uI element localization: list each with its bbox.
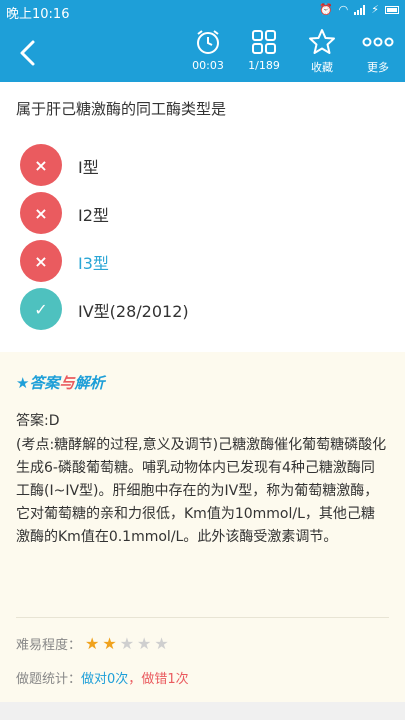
star-icon: ★ (102, 634, 117, 653)
more-button[interactable]: 更多 (350, 26, 405, 78)
heading-answer: 答案 (29, 374, 60, 392)
analysis-panel: ★答案与解析 答案:D (考点:糖酵解的过程,意义及调节)己糖激酶催化葡萄糖磷酸… (0, 352, 405, 702)
star-icon: ★ (85, 634, 100, 653)
back-button[interactable] (14, 38, 44, 68)
star-icon: ★ (119, 634, 135, 653)
option-b[interactable]: × I2型 (20, 192, 390, 234)
alarm-clock-icon (197, 30, 219, 54)
analysis-heading: ★答案与解析 (16, 372, 105, 393)
star-icon: ★ (16, 374, 30, 392)
option-c[interactable]: × I3型 (20, 240, 390, 282)
option-label: I2型 (78, 206, 109, 225)
stats-row: 做题统计：做对0次，做错1次 (16, 668, 189, 687)
status-bar: 晚上10:16 ⏰ ◠ ⚡ (0, 0, 405, 22)
more-dots-icon (362, 37, 394, 47)
wrong-mark-icon: × (20, 240, 62, 282)
timer-button[interactable]: 00:03 (180, 26, 236, 78)
charging-icon: ⚡ (371, 3, 379, 16)
wifi-icon: ◠ (338, 3, 349, 16)
back-arrow-icon (20, 40, 35, 66)
signal-icon (354, 4, 366, 15)
top-toolbar: 00:03 1/189 收藏 更多 (0, 22, 405, 82)
timer-label: 00:03 (192, 59, 224, 72)
progress-label: 1/189 (248, 59, 280, 72)
option-a[interactable]: × I型 (20, 144, 390, 186)
option-label: IV型(28/2012) (78, 302, 189, 321)
alarm-icon: ⏰ (318, 3, 333, 16)
option-d[interactable]: ✓ IV型(28/2012) (20, 288, 390, 330)
more-label: 更多 (367, 61, 389, 74)
wrong-mark-icon: × (20, 192, 62, 234)
question-grid-button[interactable]: 1/189 (236, 26, 292, 78)
option-label: I型 (78, 158, 99, 177)
stats-separator: ， (128, 672, 142, 687)
status-time: 晚上10:16 (6, 7, 70, 22)
option-label: I3型 (78, 254, 109, 273)
grid-icon (252, 30, 276, 54)
question-text: 属于肝己糖激酶的同工酶类型是 (16, 100, 227, 118)
star-outline-icon (309, 29, 335, 54)
difficulty-row: 难易程度： ★ ★ ★ ★ ★ (16, 634, 169, 653)
explanation-text: (考点:糖酵解的过程,意义及调节)己糖激酶催化葡萄糖磷酸化生成6-磷酸葡萄糖。哺… (16, 437, 387, 545)
answer-text: 答案:D (16, 413, 60, 429)
stats-label: 做题统计： (16, 672, 82, 687)
bottom-strip (0, 702, 405, 720)
difficulty-stars: ★ ★ ★ ★ ★ (85, 634, 169, 653)
status-icons: ⏰ ◠ ⚡ (319, 3, 399, 16)
star-icon: ★ (154, 634, 169, 653)
favorite-label: 收藏 (311, 61, 333, 74)
stats-wrong: 做错1次 (141, 672, 189, 687)
battery-icon (385, 5, 399, 14)
check-mark-icon: ✓ (20, 288, 62, 330)
heading-and: 与 (59, 374, 75, 392)
star-icon: ★ (137, 634, 152, 653)
difficulty-label: 难易程度： (16, 638, 82, 653)
favorite-button[interactable]: 收藏 (294, 26, 350, 78)
stats-correct: 做对0次 (81, 672, 129, 687)
divider (16, 617, 389, 618)
wrong-mark-icon: × (20, 144, 62, 186)
heading-analysis: 解析 (74, 374, 105, 392)
